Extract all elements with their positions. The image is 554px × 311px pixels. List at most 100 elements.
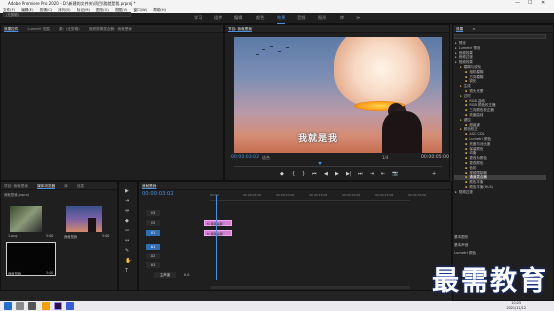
effects-item-label: 预设 <box>458 41 466 45</box>
track-label[interactable]: V3 <box>146 210 160 216</box>
track-v2[interactable]: V2 <box>140 220 410 226</box>
minimize-button[interactable]: — <box>515 0 520 7</box>
workspace-editing[interactable]: 编辑 <box>234 13 242 23</box>
selection-tool-icon[interactable]: ▶ <box>125 188 129 194</box>
project-bin-name: 我就是我.prproj <box>4 193 29 197</box>
tab-effects[interactable]: 效果 <box>456 27 463 31</box>
effects-folder[interactable]: ▸ 视频过渡 <box>454 190 546 195</box>
maximize-button[interactable]: ☐ <box>528 0 532 7</box>
tab-program[interactable]: 节目: 我就是我 <box>228 27 252 31</box>
system-clock[interactable]: 10:25 2021/11/12 <box>506 301 526 310</box>
tab-essential-graphics[interactable]: 基本图形 <box>454 233 546 241</box>
pen-tool-icon[interactable]: ✎ <box>125 248 129 254</box>
keyframe-tool-icon[interactable]: ◆ <box>125 218 129 224</box>
track-label[interactable]: A3 <box>146 262 160 268</box>
timeline-clip[interactable]: fx 我就是我 <box>204 220 232 226</box>
workspace-audio[interactable]: 音频 <box>297 13 305 23</box>
menu-window[interactable]: 窗口(W) <box>134 8 148 12</box>
mark-in-button[interactable]: { <box>292 170 295 178</box>
windows-start-icon[interactable] <box>4 302 12 310</box>
effects-item-label: ASC CDL <box>469 132 485 137</box>
tab-source[interactable]: 源：(无剪辑) <box>59 27 80 31</box>
workspace-more[interactable]: ≫ <box>356 13 360 23</box>
track-v3[interactable]: V3 <box>140 210 410 216</box>
razor-tool-icon[interactable]: ✂ <box>125 228 129 234</box>
timeline-timecode[interactable]: 00:00:03:02 <box>142 191 174 197</box>
task-view-icon[interactable] <box>28 302 36 310</box>
go-to-in-button[interactable]: ⏮ <box>312 170 317 178</box>
add-marker-button[interactable]: ◆ <box>280 170 284 178</box>
master-volume-value[interactable]: 0.0 <box>184 272 189 278</box>
workspace-learn[interactable]: 学习 <box>194 13 202 23</box>
resolution-select[interactable]: 1/4 <box>382 155 388 160</box>
play-button[interactable]: ▶ <box>335 170 339 178</box>
workspace-graphics[interactable]: 图形 <box>318 13 326 23</box>
track-主声道[interactable]: 主声道 0.0 <box>140 272 410 278</box>
workspace-effects[interactable]: 效果 <box>277 13 286 24</box>
folder-icon: ▸ <box>460 93 462 98</box>
browser-icon[interactable] <box>66 302 74 310</box>
workspace-libraries[interactable]: 库 <box>340 13 344 23</box>
track-label[interactable]: A1 <box>146 244 160 250</box>
track-label[interactable]: V1 <box>146 230 160 236</box>
workspace-color[interactable]: 颜色 <box>256 13 264 23</box>
workspace-assembly[interactable]: 组件 <box>214 13 222 23</box>
button-editor-button[interactable]: + <box>432 170 436 178</box>
program-video-frame[interactable]: 我就是我 <box>234 37 442 153</box>
tab-audio-clip-mixer[interactable]: 音频剪辑混合器：我就是我 <box>89 27 132 31</box>
type-tool-icon[interactable]: T <box>125 268 128 274</box>
slip-tool-icon[interactable]: ↔ <box>125 238 129 244</box>
project-item-duration: 5:00 <box>46 234 54 238</box>
extract-button[interactable]: ⇤ <box>381 170 385 178</box>
track-label[interactable]: V2 <box>146 220 160 226</box>
mark-out-button[interactable]: } <box>302 170 305 178</box>
lift-button[interactable]: ⇥ <box>370 170 374 178</box>
tab-project[interactable]: 项目: 我就是我 <box>4 184 28 188</box>
effect-icon: ▪ <box>465 74 468 79</box>
project-item-thumbnail[interactable] <box>10 206 42 232</box>
ripple-edit-tool-icon[interactable]: ⇹ <box>125 208 129 214</box>
tab-info[interactable]: 信息 <box>77 184 84 188</box>
hand-tool-icon[interactable]: ✋ <box>125 258 131 264</box>
track-label[interactable]: 主声道 <box>154 272 176 278</box>
panel-menu-icon[interactable]: ≡ <box>472 27 475 31</box>
effects-item-label: 过时 <box>463 93 471 98</box>
track-a3[interactable]: A3 <box>140 262 410 268</box>
source-dropdown[interactable]: (无剪辑) <box>3 12 131 17</box>
tab-effect-controls[interactable]: 效果控件 <box>4 27 18 31</box>
timeline-scrollbar[interactable] <box>210 286 410 289</box>
timeline-ruler[interactable]: 00:00 00:00:05:00 00:00:10:00 00:00:15:00 00… <box>210 192 426 201</box>
tab-media-browser[interactable]: 媒体浏览器 <box>37 184 55 188</box>
step-forward-button[interactable]: ▶| <box>346 170 352 178</box>
tab-sequence[interactable]: 我就是我 <box>142 184 156 188</box>
program-playhead[interactable] <box>318 162 322 165</box>
close-button[interactable]: ✕ <box>541 0 545 7</box>
tab-lumetri-scopes[interactable]: Lumetri 范围 <box>28 27 50 31</box>
effects-search-input[interactable] <box>454 34 546 39</box>
effects-item-label: Lumetri 颜色 <box>469 136 491 141</box>
export-frame-button[interactable]: 📷 <box>392 170 398 178</box>
ruler-label: 00:00:30:00 <box>408 193 427 197</box>
tab-lumetri-color[interactable]: Lumetri 颜色 <box>454 249 546 257</box>
tab-essential-sound[interactable]: 基本声音 <box>454 241 546 249</box>
track-a1[interactable]: A1 <box>140 244 410 250</box>
program-scrub-bar[interactable] <box>234 162 442 167</box>
timeline-playhead[interactable] <box>216 195 217 280</box>
file-explorer-icon[interactable] <box>42 302 50 310</box>
track-select-tool-icon[interactable]: ⇥ <box>125 198 129 204</box>
track-label[interactable]: A2 <box>146 253 160 259</box>
program-current-timecode[interactable]: 00:00:03:02 <box>231 155 259 160</box>
project-tabs: 项目: 我就是我 媒体浏览器 库 信息 <box>1 182 117 190</box>
menu-help[interactable]: 帮助(H) <box>153 8 166 12</box>
step-back-button[interactable]: ◀ <box>324 170 328 178</box>
tab-libraries[interactable]: 库 <box>64 184 68 188</box>
zoom-select[interactable]: 适合 <box>262 155 270 161</box>
track-v1[interactable]: V1 <box>140 230 410 236</box>
search-icon[interactable] <box>16 302 24 310</box>
go-to-out-button[interactable]: ⏭ <box>358 170 363 178</box>
timeline-clip[interactable]: fx 我就是我 <box>204 230 232 236</box>
project-item-thumbnail[interactable] <box>66 206 102 232</box>
track-a2[interactable]: A2 <box>140 253 410 259</box>
premiere-pro-icon[interactable] <box>54 302 62 310</box>
folder-icon: ▸ <box>455 50 457 55</box>
